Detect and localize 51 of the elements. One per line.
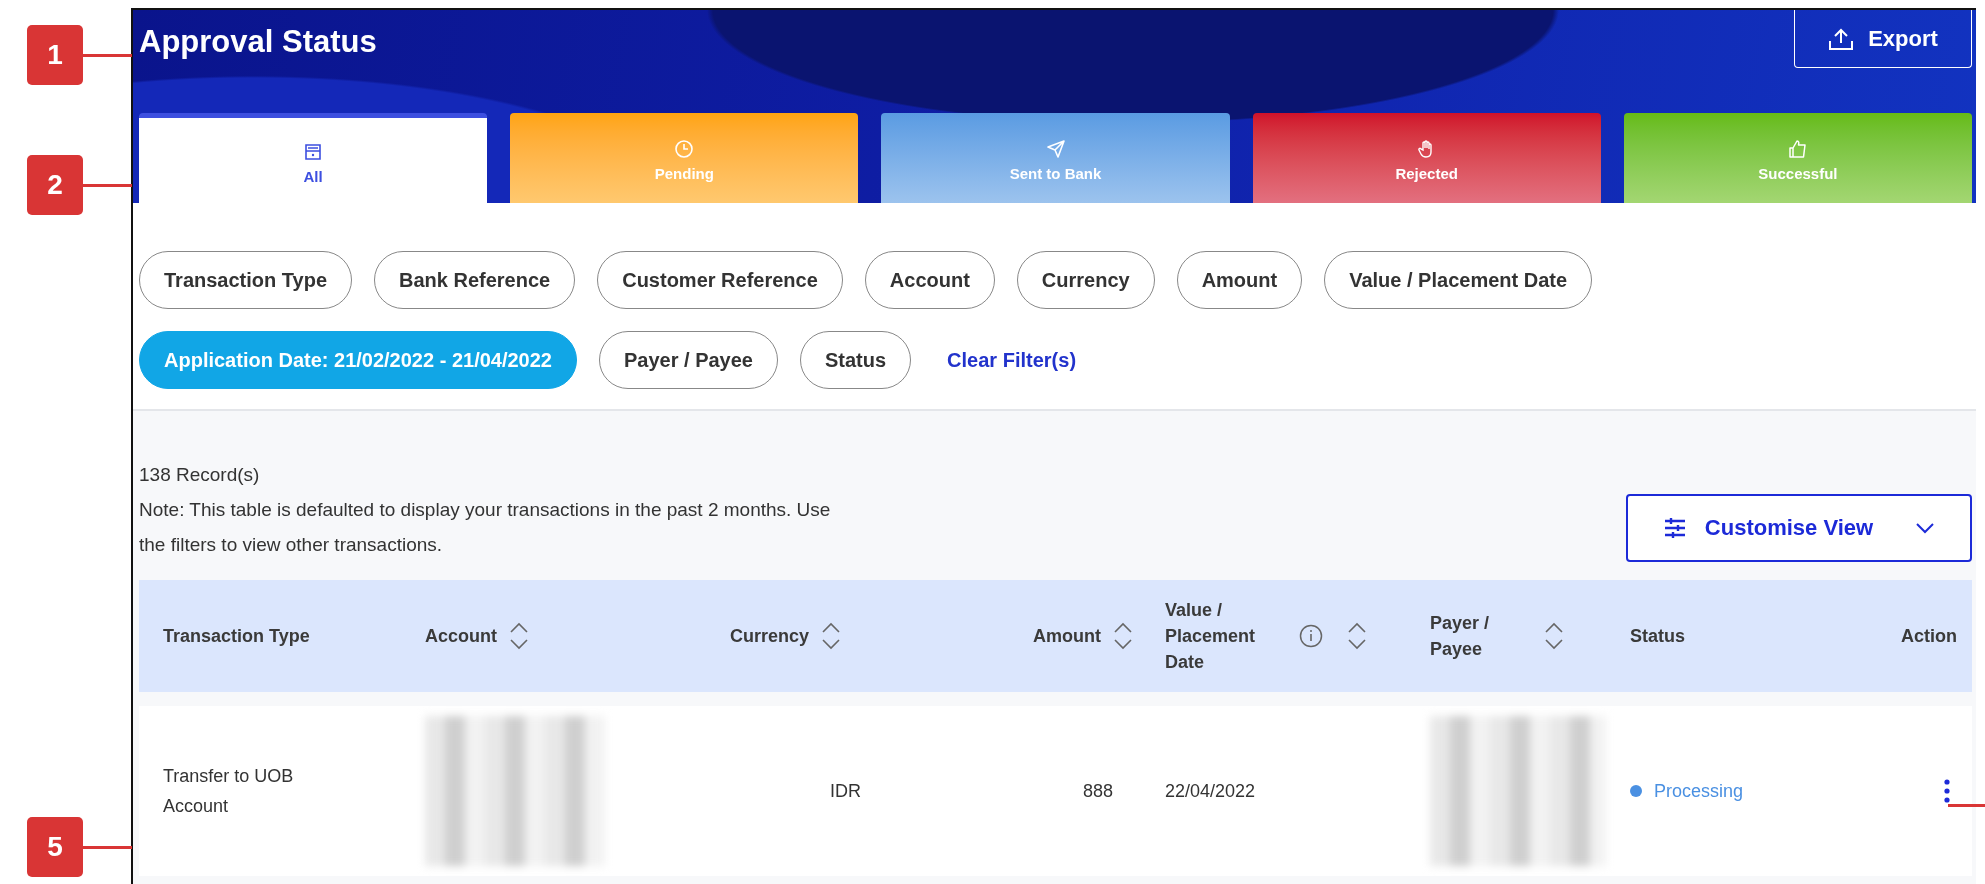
sort-icon	[1544, 622, 1564, 650]
callout-badge: 2	[27, 155, 83, 215]
paper-plane-icon	[1045, 139, 1066, 159]
clear-filters-link[interactable]: Clear Filter(s)	[933, 348, 1091, 372]
clock-icon	[674, 139, 695, 159]
leader-line	[83, 845, 132, 849]
page-title: Approval Status	[139, 24, 377, 60]
sliders-icon	[1662, 517, 1687, 539]
sort-icon	[509, 622, 529, 650]
export-button[interactable]: Export	[1794, 10, 1972, 68]
more-options-icon[interactable]	[1943, 779, 1951, 803]
column-header[interactable]: Account	[425, 622, 529, 650]
filter-chip[interactable]: Status	[800, 331, 912, 389]
callout-badge: 5	[27, 817, 83, 877]
leader-line	[83, 183, 132, 187]
sort-icon	[1113, 622, 1133, 650]
column-header[interactable]: Value / Placement Date	[1165, 597, 1367, 675]
filter-chip[interactable]: Customer Reference	[597, 251, 843, 309]
status-tab[interactable]: All	[139, 113, 488, 203]
column-header[interactable]: Payer / Payee	[1430, 610, 1564, 662]
filter-chip[interactable]: Payer / Payee	[599, 331, 778, 389]
table-cell: 888	[1082, 780, 1113, 802]
table-cell: IDR	[830, 780, 861, 802]
leader-line	[83, 53, 132, 57]
status-text: Processing	[1654, 780, 1744, 802]
filter-chip[interactable]: Amount	[1176, 251, 1303, 309]
filter-chip[interactable]: Value / Placement Date	[1324, 251, 1593, 309]
table-cell: 22/04/2022	[1165, 780, 1256, 802]
sort-icon	[821, 622, 842, 650]
customise-view-button[interactable]: Customise View	[1626, 494, 1972, 562]
callout-badge: 1	[27, 25, 83, 85]
column-header[interactable]: Action	[1901, 623, 1957, 649]
column-header[interactable]: Currency	[730, 622, 842, 650]
filter-chip[interactable]: Bank Reference	[374, 251, 576, 309]
inbox-icon	[303, 141, 324, 162]
status-tab[interactable]: Rejected	[1252, 113, 1601, 203]
chevron-down-icon	[1915, 522, 1936, 534]
column-header[interactable]: Transaction Type	[163, 621, 353, 651]
column-header[interactable]: Amount	[1033, 622, 1133, 650]
filter-chip[interactable]: Transaction Type	[139, 251, 352, 309]
note-text: Note: This table is defaulted to display your transactions in the past 2 months. Use the filters to view other transactions.	[139, 498, 832, 557]
thumbs-up-icon	[1787, 139, 1808, 159]
upload-icon	[1828, 26, 1855, 51]
record-count: 138 Record(s)	[139, 463, 261, 487]
filter-chip[interactable]: Account	[864, 251, 995, 309]
leader-line	[1948, 804, 1985, 807]
table-cell-text: Transfer to UOB Account	[163, 765, 295, 818]
info-icon	[1299, 624, 1323, 648]
filter-chip[interactable]: Currency	[1016, 251, 1155, 309]
sort-icon	[1347, 622, 1367, 650]
column-header[interactable]: Status	[1630, 623, 1685, 649]
